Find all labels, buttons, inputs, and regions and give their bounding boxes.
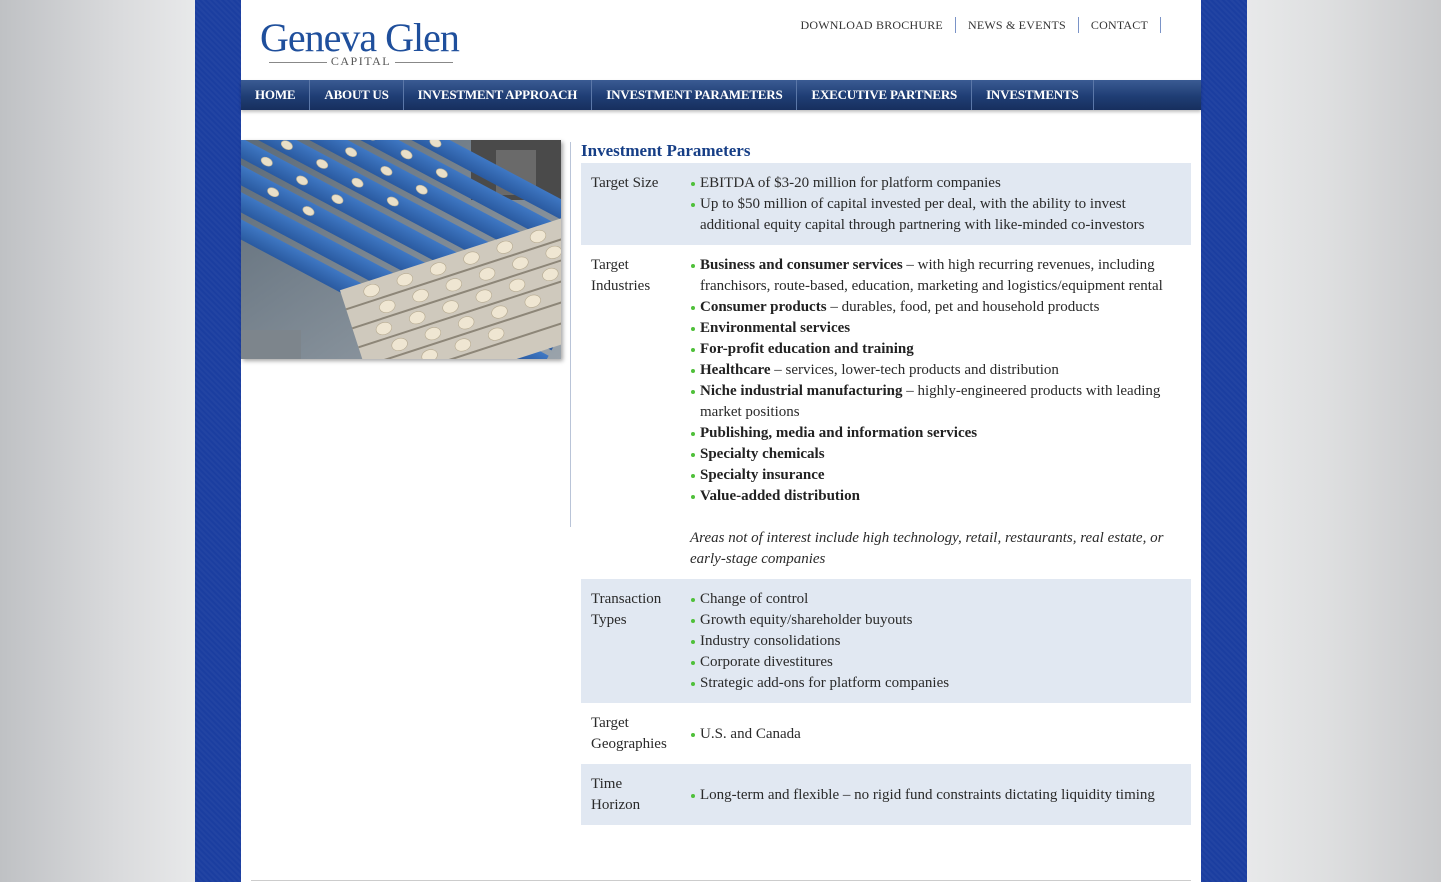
list-item: Growth equity/shareholder buyouts <box>690 610 1181 631</box>
contact-link[interactable]: CONTACT <box>1079 16 1160 34</box>
list-item: Publishing, media and information servic… <box>690 423 1181 444</box>
parameters-section: Investment Parameters Target Size EBITDA… <box>581 140 1191 825</box>
list-item: Environmental services <box>690 318 1181 339</box>
download-brochure-link[interactable]: DOWNLOAD BROCHURE <box>789 16 955 34</box>
row-target-geographies: Target Geographies U.S. and Canada <box>581 703 1191 764</box>
nav-about-us[interactable]: ABOUT US <box>310 80 404 110</box>
brand-logo[interactable]: Geneva Glen CAPITAL <box>260 16 470 69</box>
list-item: Up to $50 million of capital invested pe… <box>690 194 1181 236</box>
top-nav-divider <box>1160 17 1161 33</box>
nav-home[interactable]: HOME <box>241 80 311 110</box>
list-item: Healthcare – services, lower-tech produc… <box>690 360 1181 381</box>
industry-name: Specialty insurance <box>700 467 825 483</box>
list-item: Consumer products – durables, food, pet … <box>690 297 1181 318</box>
top-nav: DOWNLOAD BROCHURE NEWS & EVENTS CONTACT <box>789 16 1161 34</box>
industry-name: Specialty chemicals <box>700 446 825 462</box>
industry-name: Value-added distribution <box>700 488 860 504</box>
target-size-list: EBITDA of $3-20 million for platform com… <box>690 173 1181 236</box>
nav-executive-partners[interactable]: EXECUTIVE PARTNERS <box>797 80 973 110</box>
row-label-line: Transaction <box>591 591 662 607</box>
page-container: Geneva Glen CAPITAL DOWNLOAD BROCHURE NE… <box>241 0 1201 882</box>
conveyor-illustration <box>241 140 561 359</box>
conveyor-photo <box>241 140 561 359</box>
industry-name: Healthcare <box>700 362 771 378</box>
row-label: Time Horizon <box>591 774 690 816</box>
row-label-line: Industries <box>591 278 651 294</box>
nav-investments[interactable]: INVESTMENTS <box>972 80 1094 110</box>
row-label: Transaction Types <box>591 589 690 694</box>
industry-name: For-profit education and training <box>700 341 914 357</box>
brand-subtitle: CAPITAL <box>260 54 462 68</box>
list-item: Value-added distribution <box>690 486 1181 507</box>
industry-detail: – durables, food, pet and household prod… <box>826 299 1100 315</box>
industry-name: Business and consumer services <box>700 257 903 273</box>
row-label-line: Geographies <box>591 736 667 752</box>
row-label-line: Horizon <box>591 797 641 813</box>
nav-investment-approach[interactable]: INVESTMENT APPROACH <box>404 80 593 110</box>
news-events-link[interactable]: NEWS & EVENTS <box>956 16 1078 34</box>
row-label-line: Target <box>591 715 629 731</box>
list-item: Industry consolidations <box>690 631 1181 652</box>
row-label-line: Types <box>591 612 627 628</box>
industry-name: Environmental services <box>700 320 851 336</box>
row-time-horizon: Time Horizon Long-term and flexible – no… <box>581 764 1191 825</box>
list-item: Niche industrial manufacturing – highly-… <box>690 381 1181 423</box>
row-transaction-types: Transaction Types Change of control Grow… <box>581 579 1191 703</box>
target-geographies-list: U.S. and Canada <box>690 724 801 745</box>
nav-investment-parameters[interactable]: INVESTMENT PARAMETERS <box>592 80 798 110</box>
content-divider <box>570 142 571 527</box>
industry-detail: – services, lower-tech products and dist… <box>770 362 1059 378</box>
list-item: For-profit education and training <box>690 339 1181 360</box>
transaction-types-list: Change of control Growth equity/sharehol… <box>690 589 1181 694</box>
row-target-industries: Target Industries Business and consumer … <box>581 245 1191 579</box>
right-frame-border <box>1201 0 1247 882</box>
page-title: Investment Parameters <box>581 141 751 160</box>
industry-name: Consumer products <box>700 299 827 315</box>
list-item: EBITDA of $3-20 million for platform com… <box>690 173 1181 194</box>
list-item: U.S. and Canada <box>690 724 801 745</box>
exclusions-note: Areas not of interest include high techn… <box>690 530 1164 567</box>
row-label-line: Time <box>591 776 623 792</box>
left-frame-border <box>195 0 241 882</box>
list-item: Strategic add-ons for platform companies <box>690 673 1181 694</box>
brand-subtitle-text: CAPITAL <box>330 54 392 68</box>
row-label: Target Geographies <box>591 713 690 755</box>
list-item: Change of control <box>690 589 1181 610</box>
row-label: Target Size <box>591 175 659 191</box>
list-item: Long-term and flexible – no rigid fund c… <box>690 785 1155 806</box>
row-label-line: Target <box>591 257 629 273</box>
industry-name: Publishing, media and information servic… <box>700 425 978 441</box>
list-item: Corporate divestitures <box>690 652 1181 673</box>
list-item: Specialty insurance <box>690 465 1181 486</box>
target-industries-list: Business and consumer services – with hi… <box>690 255 1181 507</box>
time-horizon-list: Long-term and flexible – no rigid fund c… <box>690 785 1155 806</box>
list-item: Business and consumer services – with hi… <box>690 255 1181 297</box>
industry-name: Niche industrial manufacturing <box>700 383 903 399</box>
footer-divider <box>251 880 1191 881</box>
row-target-size: Target Size EBITDA of $3-20 million for … <box>581 163 1191 245</box>
list-item: Specialty chemicals <box>690 444 1181 465</box>
main-nav: HOME ABOUT US INVESTMENT APPROACH INVEST… <box>241 80 1201 110</box>
row-label: Target Industries <box>591 255 690 570</box>
